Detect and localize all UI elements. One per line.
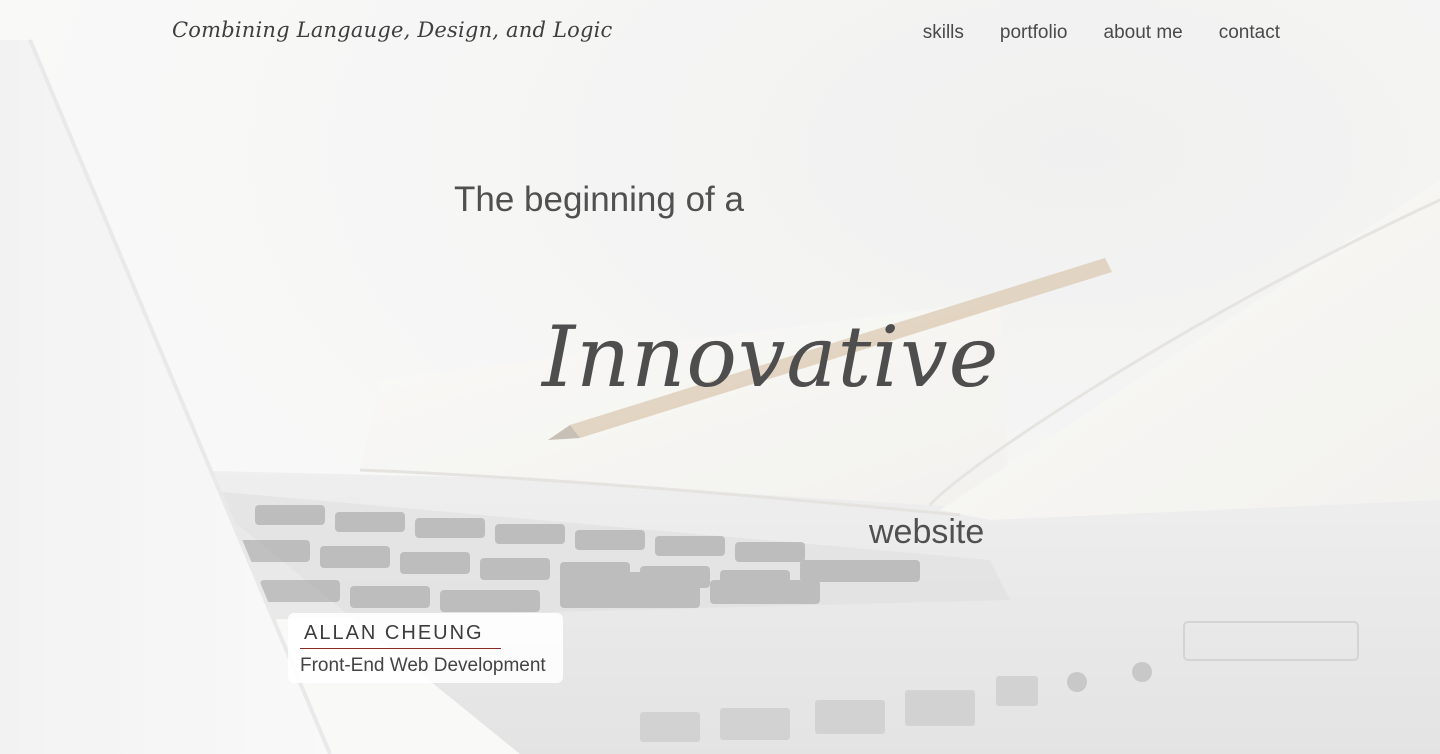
nav-contact[interactable]: contact — [1219, 22, 1280, 44]
profile-divider — [300, 648, 501, 649]
nav-about-me[interactable]: about me — [1104, 22, 1183, 44]
profile-role: Front-End Web Development — [300, 655, 546, 676]
main-nav: skills portfolio about me contact — [923, 22, 1280, 44]
hero-highlight-word: Innovative — [542, 308, 1000, 406]
site-logo[interactable]: Combining Langauge, Design, and Logic — [172, 18, 613, 42]
profile-name: ALLAN CHEUNG — [304, 622, 484, 644]
nav-skills[interactable]: skills — [923, 22, 964, 44]
nav-portfolio[interactable]: portfolio — [1000, 22, 1068, 44]
hero-intro-text: The beginning of a — [454, 180, 744, 219]
profile-card: ALLAN CHEUNG Front-End Web Development — [288, 613, 563, 683]
hero-closing-text: website — [869, 513, 985, 551]
site-header: Combining Langauge, Design, and Logic sk… — [0, 0, 1440, 70]
